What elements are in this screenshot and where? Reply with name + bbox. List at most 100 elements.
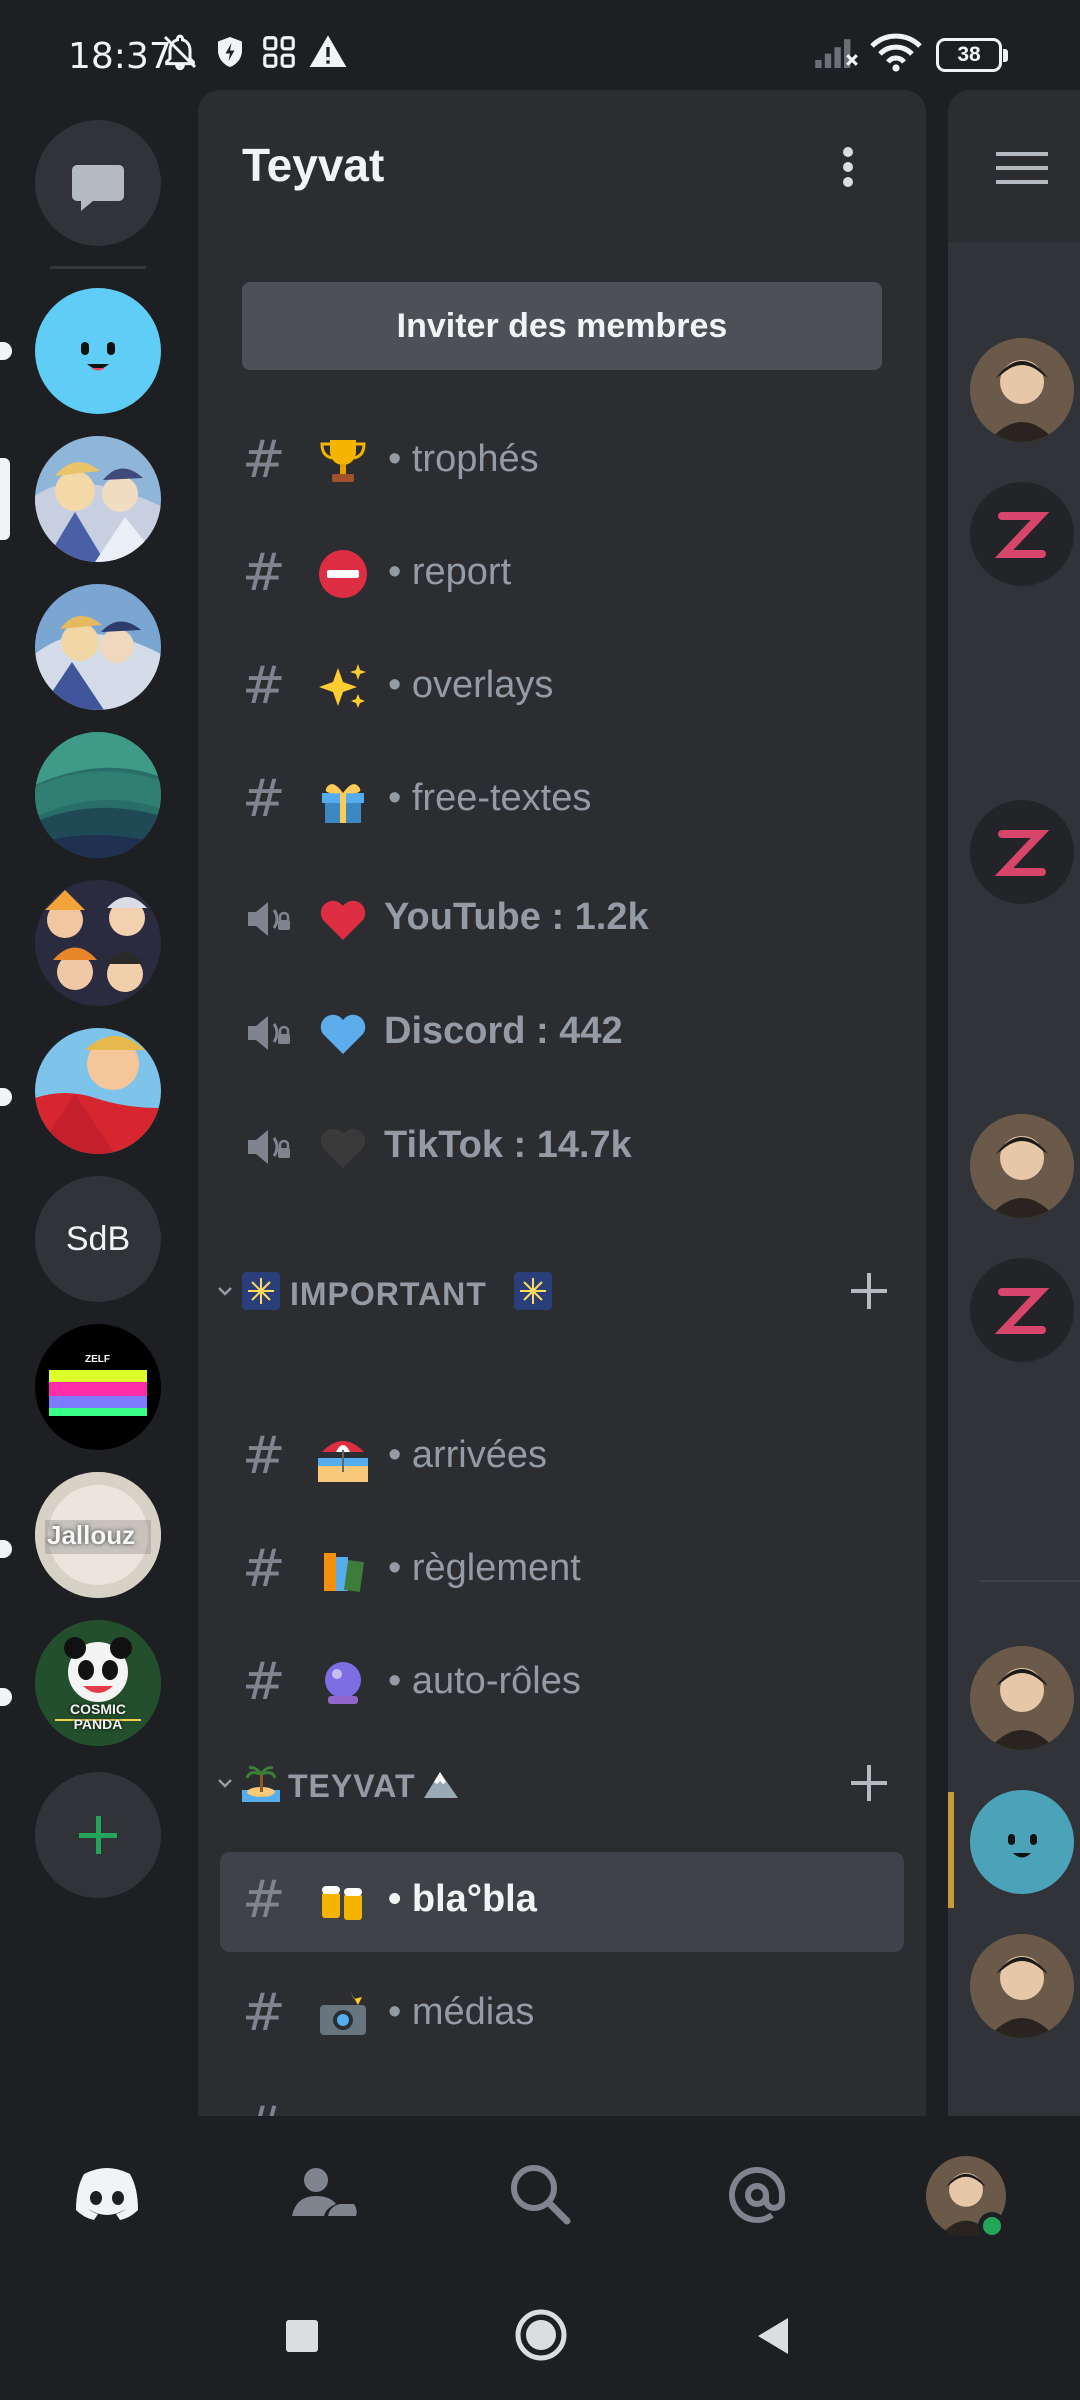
wifi-icon xyxy=(870,33,922,72)
selected-server-indicator xyxy=(0,458,10,540)
server-icon-luffy[interactable] xyxy=(35,1028,161,1154)
genshin-artwork-icon-2 xyxy=(35,584,161,710)
hamburger-icon[interactable] xyxy=(996,148,1048,188)
books-icon xyxy=(324,1553,365,1592)
bottom-navigation xyxy=(0,2116,1080,2276)
message-avatar-4[interactable] xyxy=(970,1934,1074,2038)
voice-channel-name: TikTok : 14.7k xyxy=(384,1124,632,1166)
voice-channel-tiktok[interactable]: TikTok : 14.7k xyxy=(220,1098,904,1198)
server-name[interactable]: Teyvat xyxy=(242,138,384,192)
server-icon-genshin-2[interactable] xyxy=(35,584,161,710)
chat-header xyxy=(948,90,1080,242)
add-server-button[interactable] xyxy=(35,1772,161,1898)
unread-indicator xyxy=(0,342,12,360)
search-icon[interactable] xyxy=(496,2150,586,2240)
genshin-artwork-icon xyxy=(35,436,161,562)
server-icon-cosmic-panda[interactable]: COSMIC PANDA xyxy=(35,1620,161,1746)
channel-name: • bla°bla xyxy=(388,1878,537,1920)
message-avatar-2[interactable] xyxy=(970,1114,1074,1218)
voice-channel-youtube[interactable]: YouTube : 1.2k xyxy=(220,870,904,970)
fireworks-icon xyxy=(242,1272,280,1310)
channel-name: • report xyxy=(388,551,512,593)
avatar-character-icon xyxy=(970,1934,1074,2038)
chat-pane-preview xyxy=(948,90,1080,2120)
chat-bubble-icon xyxy=(72,165,124,211)
plus-icon xyxy=(79,1816,117,1854)
warning-icon xyxy=(309,35,347,67)
speaker-lock-icon xyxy=(248,902,290,936)
server-icon-green[interactable] xyxy=(35,732,161,858)
zelf-label: ZELF xyxy=(85,1354,110,1365)
avatar-character-icon xyxy=(970,338,1074,442)
camera-flash-icon xyxy=(320,1991,366,2035)
friends-icon[interactable] xyxy=(280,2150,370,2240)
status-bar: 18:37 38 xyxy=(0,0,1080,88)
message-avatar-z-2[interactable] xyxy=(970,800,1074,904)
black-heart-icon xyxy=(320,1128,366,1168)
category-important[interactable]: IMPORTANT xyxy=(212,1262,912,1322)
avatar-character-icon xyxy=(970,1646,1074,1750)
channel-name: • free-textes xyxy=(388,777,592,819)
anime-character-icon xyxy=(35,1028,161,1154)
speaker-lock-icon xyxy=(248,1016,290,1050)
channel-name: • arrivées xyxy=(388,1434,548,1476)
green-waves-icon xyxy=(35,732,161,858)
zelf-logo-icon xyxy=(49,1370,147,1416)
voice-channel-name: YouTube : 1.2k xyxy=(384,896,649,938)
channel-overlays[interactable]: # • overlays xyxy=(220,638,904,738)
channel-free-textes[interactable]: # • free-textes xyxy=(220,751,904,851)
rail-divider xyxy=(50,266,146,269)
server-icon-anime[interactable] xyxy=(35,880,161,1006)
channel-name: • trophés xyxy=(388,438,539,480)
recents-icon[interactable] xyxy=(284,2318,320,2354)
server-icon-jallouz[interactable]: Jallouz xyxy=(35,1472,161,1598)
server-icon-sdb[interactable]: SdB xyxy=(35,1176,161,1302)
jallouz-label: Jallouz xyxy=(47,1520,136,1550)
hash-icon: # xyxy=(242,430,286,490)
battery-icon: 38 xyxy=(936,38,1008,72)
blue-heart-icon xyxy=(320,1014,366,1054)
home-icon[interactable] xyxy=(514,2308,568,2362)
add-channel-icon[interactable] xyxy=(846,1268,892,1314)
message-avatar-z[interactable] xyxy=(970,482,1074,586)
unread-indicator-4 xyxy=(0,1688,12,1706)
server-icon-zelf[interactable]: ZELF xyxy=(35,1324,161,1450)
hash-icon: # xyxy=(242,1652,286,1712)
chevron-down-icon xyxy=(218,1287,232,1296)
server-icon-smiley[interactable] xyxy=(35,288,161,414)
channel-clipped[interactable]: # xyxy=(220,2078,904,2120)
mention-highlight-bar xyxy=(948,1792,954,1908)
channel-report[interactable]: # • report xyxy=(220,525,904,625)
channel-medias[interactable]: # • médias xyxy=(220,1965,904,2065)
unread-indicator-2 xyxy=(0,1088,12,1106)
invite-members-button[interactable]: Inviter des membres xyxy=(242,282,882,370)
channel-auto-roles[interactable]: # • auto-rôles xyxy=(220,1634,904,1734)
channel-trophes[interactable]: # • trophés xyxy=(220,412,904,512)
back-icon[interactable] xyxy=(754,2316,794,2356)
server-icon-teyvat[interactable] xyxy=(35,436,161,562)
mentions-icon[interactable] xyxy=(712,2150,802,2240)
message-avatar-smiley[interactable] xyxy=(970,1790,1074,1894)
message-avatar-z-3[interactable] xyxy=(970,1258,1074,1362)
channel-arrivees[interactable]: # • arrivées xyxy=(220,1408,904,1508)
message-avatar[interactable] xyxy=(970,338,1074,442)
smiley-face-icon xyxy=(81,342,115,371)
category-label: TEYVAT xyxy=(288,1768,416,1804)
channel-reglement[interactable]: # • règlement xyxy=(220,1521,904,1621)
server-menu-button[interactable] xyxy=(828,142,868,198)
channel-name: • auto-rôles xyxy=(388,1660,581,1702)
hash-icon: # xyxy=(242,1870,286,1930)
date-divider xyxy=(980,1580,1080,1582)
direct-messages-button[interactable] xyxy=(35,120,161,246)
message-avatar-3[interactable] xyxy=(970,1646,1074,1750)
channel-bla-bla[interactable]: # • bla°bla xyxy=(220,1852,904,1952)
hash-icon: # xyxy=(242,543,286,603)
add-channel-icon-2[interactable] xyxy=(846,1760,892,1806)
channel-name: • médias xyxy=(388,1991,535,2033)
bell-off-icon xyxy=(163,34,197,71)
discord-home-icon[interactable] xyxy=(62,2150,152,2240)
category-teyvat[interactable]: TEYVAT xyxy=(212,1754,912,1814)
voice-channel-discord[interactable]: Discord : 442 xyxy=(220,984,904,1084)
server-rail: SdB ZELF Jallouz COSMIC PANDA xyxy=(0,88,196,2116)
trophy-icon xyxy=(320,440,366,482)
